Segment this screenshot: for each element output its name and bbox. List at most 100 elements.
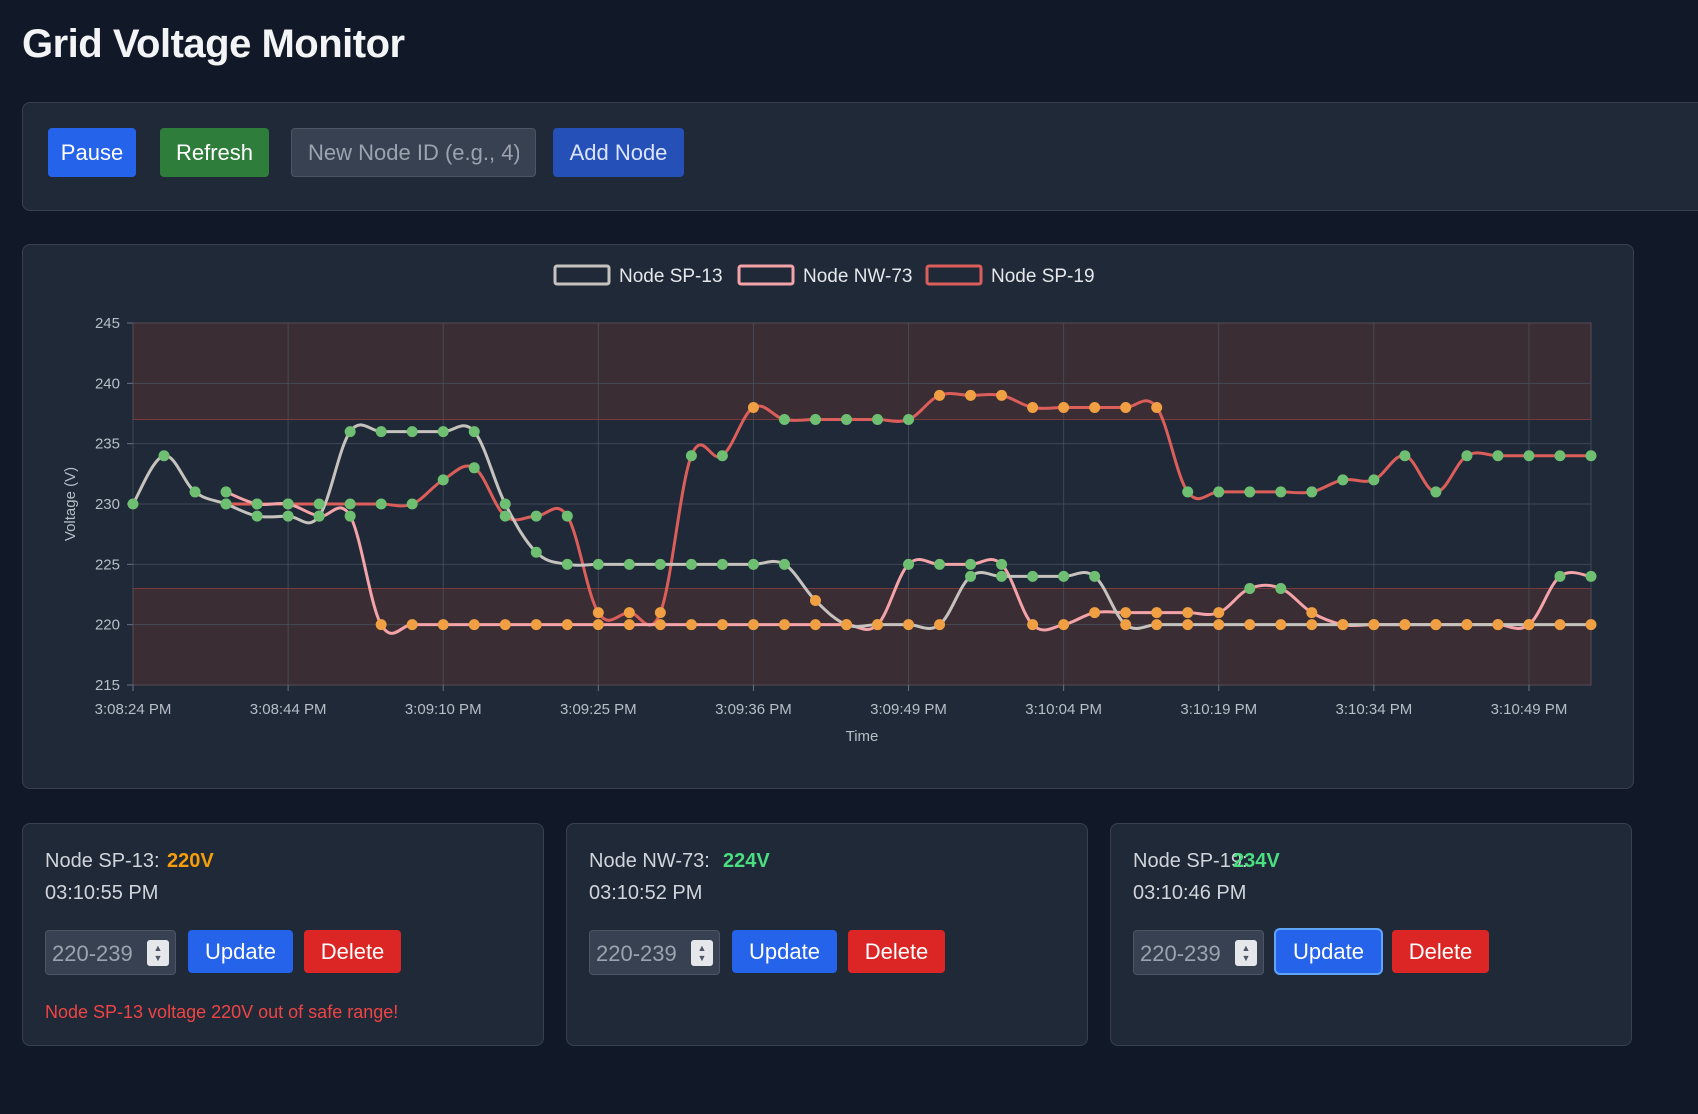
data-point [158,450,170,462]
data-point [530,510,542,522]
legend-swatch [925,264,983,286]
data-point [716,558,728,570]
data-point [1461,619,1473,631]
data-point [468,462,480,474]
y-axis-title: Voltage (V) [62,467,79,541]
x-tick-label: 3:10:49 PM [1491,701,1568,718]
data-point [313,510,325,522]
x-tick-label: 3:09:36 PM [715,701,792,718]
node-label: Node SP-13: [45,850,160,872]
x-tick-label: 3:09:10 PM [405,701,482,718]
data-point [654,607,666,619]
delete-button[interactable]: Delete [848,930,945,973]
range-input-placeholder: 220-239 [52,941,133,966]
refresh-button[interactable]: Refresh [160,128,269,177]
data-point [809,619,821,631]
data-point [375,498,387,510]
data-point [437,426,449,438]
range-input[interactable]: 220-239 ▲ ▼ [589,930,720,975]
new-node-id-input[interactable] [291,128,536,177]
range-input[interactable]: 220-239 ▲ ▼ [45,930,176,975]
data-point [561,619,573,631]
data-point [1430,486,1442,498]
data-point [592,619,604,631]
legend-swatch [553,264,611,286]
data-point [623,558,635,570]
data-point [623,619,635,631]
data-point [1213,619,1225,631]
data-point [344,510,356,522]
data-point [220,486,232,498]
data-point [965,570,977,582]
data-point [1120,607,1132,619]
delete-button[interactable]: Delete [1392,930,1489,973]
voltage-chart-card: 215 220 225 230 235 240 245 3:08:24 PM 3:08:44 P… [22,244,1634,789]
data-point [1213,486,1225,498]
data-point [1213,607,1225,619]
data-point [654,558,666,570]
data-point [1523,619,1535,631]
data-point [251,510,263,522]
data-point [1151,619,1163,631]
node-timestamp: 03:10:55 PM [45,882,159,904]
update-button[interactable]: Update [188,930,293,973]
data-point [1058,619,1070,631]
data-point [1368,474,1380,486]
data-point [903,619,915,631]
data-point [1151,401,1163,413]
data-point [406,498,418,510]
update-button[interactable]: Update [732,930,837,973]
legend-label: Node SP-19 [991,266,1095,287]
data-point [530,546,542,558]
data-point [1306,607,1318,619]
node-timestamp: 03:10:52 PM [589,882,703,904]
y-tick-label: 235 [95,436,120,453]
data-point [747,619,759,631]
data-point [592,607,604,619]
data-point [1089,401,1101,413]
pause-button[interactable]: Pause [48,128,136,177]
y-tick-label: 220 [95,617,120,634]
x-tick-label: 3:09:49 PM [870,701,947,718]
data-point [344,498,356,510]
y-tick-label: 240 [95,375,120,392]
data-point [468,619,480,631]
data-point [375,426,387,438]
data-point [965,558,977,570]
out-of-range-warning: Node SP-13 voltage 220V out of safe rang… [45,1002,399,1022]
data-point [282,498,294,510]
data-point [1027,619,1039,631]
node-card: Node SP-13: 220V 03:10:55 PM 220-239 ▲ ▼ … [22,823,544,1046]
data-point [778,414,790,426]
spinner-icon[interactable]: ▲ ▼ [147,940,169,966]
data-point [282,510,294,522]
data-point [840,619,852,631]
data-point [1368,619,1380,631]
data-point [1244,486,1256,498]
data-point [1523,450,1535,462]
data-point [468,426,480,438]
unsafe-range-band [132,322,1592,421]
data-point [1182,619,1194,631]
data-point [1337,474,1349,486]
node-label: Node SP-19: [1133,850,1248,872]
range-input[interactable]: 220-239 ▲ ▼ [1133,930,1264,975]
update-button[interactable]: Update [1276,930,1381,973]
data-point [1089,570,1101,582]
data-point [1058,570,1070,582]
delete-button[interactable]: Delete [304,930,401,973]
spinner-icon[interactable]: ▲ ▼ [691,940,713,966]
data-point [561,558,573,570]
data-point [778,558,790,570]
data-point [934,389,946,401]
data-point [1585,450,1597,462]
node-voltage-value: 234V [1233,850,1280,872]
data-point [716,619,728,631]
data-point [1399,619,1411,631]
add-node-button[interactable]: Add Node [553,128,684,177]
data-point [1275,619,1287,631]
node-label: Node NW-73: [589,850,710,872]
spinner-icon[interactable]: ▲ ▼ [1235,940,1257,966]
data-point [375,619,387,631]
x-tick-label: 3:10:19 PM [1180,701,1257,718]
